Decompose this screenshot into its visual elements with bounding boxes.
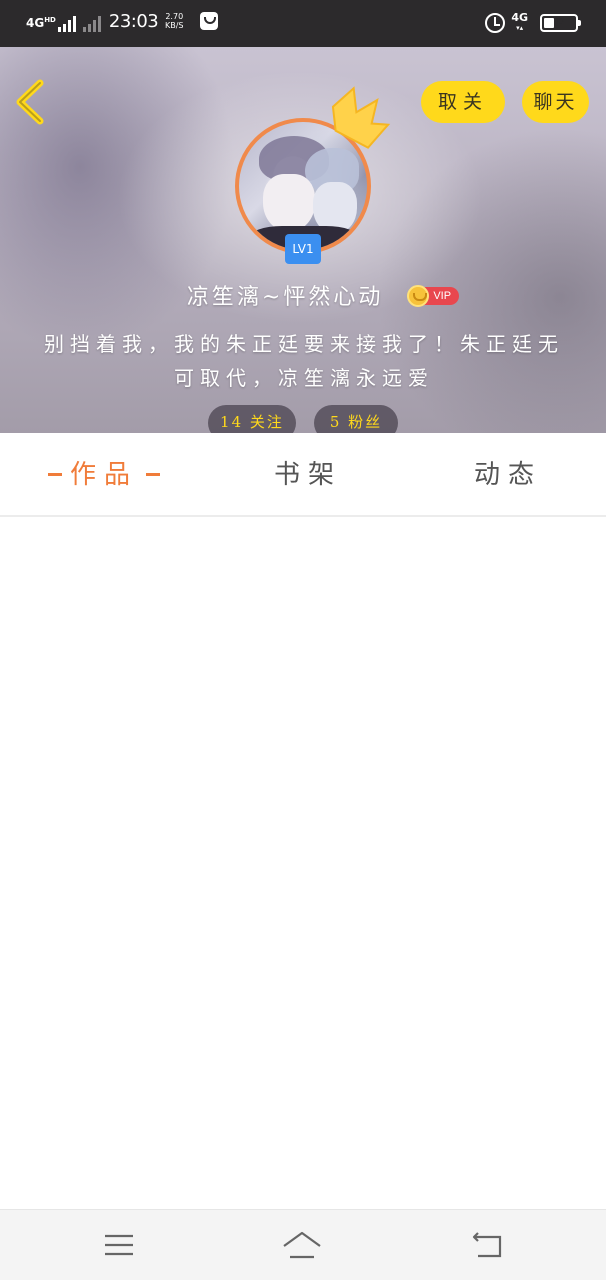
menu-button[interactable] bbox=[99, 1228, 139, 1262]
username-text: 凉笙漓~怦然心动 bbox=[186, 285, 384, 310]
username: 凉笙漓~怦然心动 VIP bbox=[0, 279, 606, 311]
tab-works-label: 作品 bbox=[70, 460, 139, 490]
level-badge: LV1 bbox=[285, 234, 321, 264]
unfollow-button[interactable]: 取关 bbox=[421, 81, 505, 123]
menu-icon bbox=[105, 1234, 133, 1256]
alarm-icon bbox=[485, 13, 506, 33]
tab-works[interactable]: 作品 bbox=[40, 457, 168, 493]
active-dash-left bbox=[48, 472, 62, 476]
battery-fill bbox=[544, 18, 554, 28]
network-speed: 2.70 KB/S bbox=[164, 12, 184, 30]
back-button[interactable] bbox=[14, 79, 48, 125]
fans-label: 粉丝 bbox=[348, 413, 383, 431]
battery-icon: 33 bbox=[540, 14, 581, 32]
home-button[interactable] bbox=[282, 1228, 322, 1262]
clock: 23:03 bbox=[108, 10, 159, 32]
signal-icon bbox=[57, 14, 76, 32]
network-label: 4GHD bbox=[26, 15, 56, 30]
profile-header: 取关 聊天 LV1 凉笙漓~怦然心动 VIP 别挡着我，我的朱正廷要来接我了！朱… bbox=[0, 47, 606, 433]
profile-tabs: 作品 书架 动态 bbox=[0, 433, 606, 517]
vip-badge[interactable]: VIP bbox=[407, 285, 460, 307]
follows-label: 关注 bbox=[249, 413, 284, 431]
status-right: 4G ▾▴ 33 bbox=[485, 11, 581, 34]
tab-moments[interactable]: 动态 bbox=[474, 457, 542, 493]
home-icon bbox=[283, 1231, 321, 1259]
chevron-left-icon bbox=[16, 79, 44, 125]
status-bar: 4GHD 23:03 2.70 KB/S 4G ▾▴ 33 bbox=[0, 0, 606, 47]
signal-secondary-icon bbox=[82, 14, 101, 32]
follows-stat[interactable]: 14 关注 bbox=[208, 405, 296, 433]
tab-content bbox=[0, 519, 606, 1209]
user-bio: 别挡着我，我的朱正廷要来接我了！朱正廷无可取代，凉笙漓永远爱 bbox=[44, 332, 564, 390]
tab-bookshelf[interactable]: 书架 bbox=[274, 457, 342, 493]
fans-stat[interactable]: 5 粉丝 bbox=[314, 405, 398, 433]
active-dash-right bbox=[146, 472, 161, 476]
fans-count: 5 bbox=[329, 413, 342, 431]
back-nav-button[interactable] bbox=[468, 1228, 508, 1262]
battery-text: 33 bbox=[554, 17, 565, 26]
chat-button[interactable]: 聊天 bbox=[522, 81, 589, 123]
system-nav-bar bbox=[0, 1209, 606, 1280]
shopping-bag-icon bbox=[200, 12, 219, 30]
network-right: 4G ▾▴ bbox=[511, 11, 528, 32]
follows-count: 14 bbox=[220, 413, 244, 431]
back-icon bbox=[472, 1232, 502, 1258]
status-left: 4GHD 23:03 2.70 KB/S bbox=[26, 10, 219, 32]
crown-icon bbox=[331, 86, 391, 149]
